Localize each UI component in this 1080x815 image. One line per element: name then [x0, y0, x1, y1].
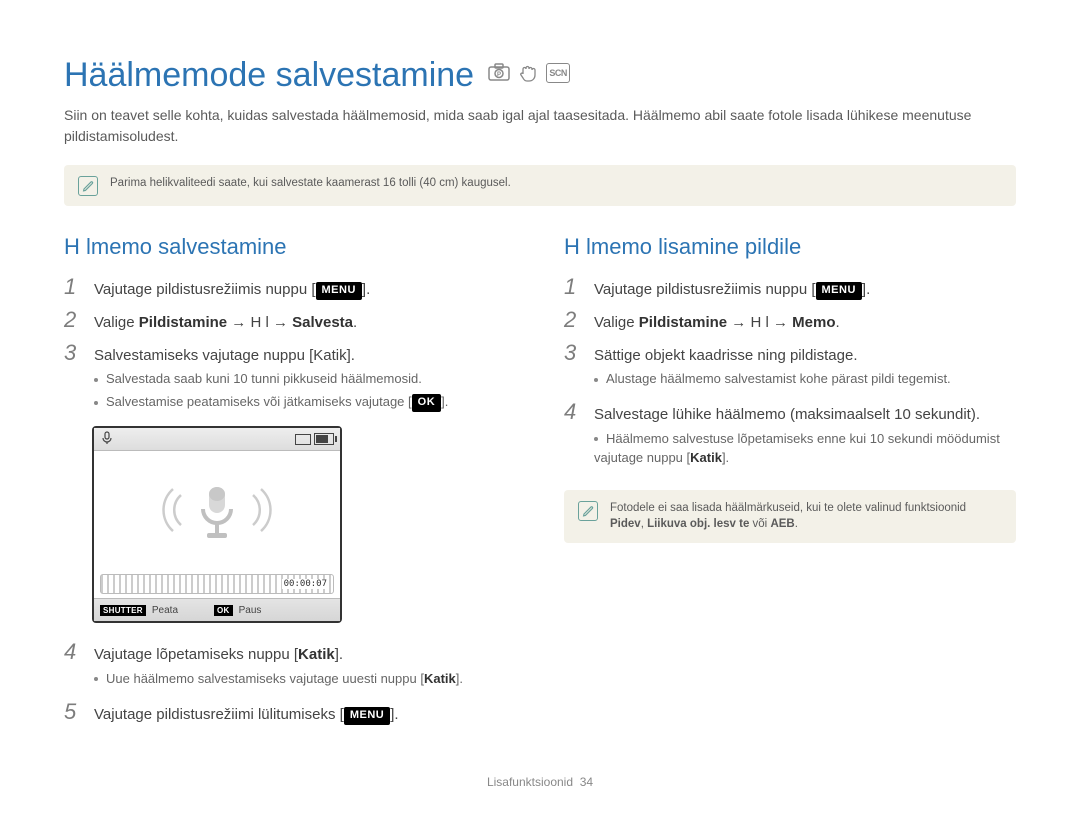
camera-mode-icon: P	[488, 63, 510, 88]
title-mode-icons: P SCN	[488, 63, 570, 88]
right-step-2: Valige Pildistamine → H l → Memo.	[594, 312, 1016, 334]
left-heading: H lmemo salvestamine	[64, 234, 516, 260]
left-step-4: Vajutage lõpetamiseks nuppu [Katik]. Uue…	[94, 644, 516, 693]
step-number: 5	[64, 699, 82, 725]
left-step-2: Valige Pildistamine → H l → Salvesta.	[94, 312, 516, 334]
hand-mode-icon	[518, 63, 538, 88]
mic-large-icon	[195, 483, 239, 543]
step-number: 4	[64, 639, 82, 665]
lcd-ok-label: OK	[214, 605, 233, 616]
step-number: 1	[64, 274, 82, 300]
page-intro: Siin on teavet selle kohta, kuidas salve…	[64, 105, 1016, 147]
step-number: 4	[564, 399, 582, 425]
title-text: Häälmemode salvestamine	[64, 56, 474, 95]
step-number: 3	[64, 340, 82, 366]
page-footer: Lisafunktsioonid 34	[64, 775, 1016, 789]
left-step-1: Vajutage pildistusrežiimis nuppu [MENU].	[94, 279, 516, 301]
lcd-illustration: 00:00:07 SHUTTER Peata OK Paus	[92, 426, 342, 623]
left-column: H lmemo salvestamine 1 Vajutage pildistu…	[64, 234, 516, 731]
left-step-5: Vajutage pildistusrežiimi lülitumiseks […	[94, 704, 516, 726]
lcd-progress-bar: 00:00:07	[100, 574, 334, 594]
menu-button-icon: MENU	[344, 707, 390, 725]
lcd-timecode: 00:00:07	[282, 579, 329, 589]
right-step-3: Sättige objekt kaadrisse ning pildistage…	[594, 345, 1016, 394]
menu-button-icon: MENU	[816, 282, 862, 300]
note-icon	[78, 176, 98, 196]
tip-banner-top: Parima helikvaliteedi saate, kui salvest…	[64, 165, 1016, 206]
svg-text:P: P	[497, 72, 501, 78]
page-title: Häälmemode salvestamine P SCN	[64, 56, 1016, 95]
lcd-shutter-text: Peata	[152, 605, 178, 616]
right-step-1: Vajutage pildistusrežiimis nuppu [MENU].	[594, 279, 1016, 301]
step-number: 2	[564, 307, 582, 333]
tip-text-top: Parima helikvaliteedi saate, kui salvest…	[110, 175, 511, 192]
mic-small-icon	[100, 431, 114, 448]
step-number: 3	[564, 340, 582, 366]
menu-button-icon: MENU	[316, 282, 362, 300]
lcd-shutter-label: SHUTTER	[100, 605, 146, 616]
right-column: H lmemo lisamine pildile 1 Vajutage pild…	[564, 234, 1016, 731]
right-step-4: Salvestage lühike häälmemo (maksimaalsel…	[594, 404, 1016, 471]
left-step-3: Salvestamiseks vajutage nuppu [Katik]. S…	[94, 345, 516, 417]
ok-button-icon: OK	[412, 394, 442, 412]
right-heading: H lmemo lisamine pildile	[564, 234, 1016, 260]
step-number: 2	[64, 307, 82, 333]
scn-mode-icon: SCN	[546, 63, 570, 83]
lcd-ok-text: Paus	[239, 605, 262, 616]
note-icon	[578, 501, 598, 521]
sound-wave-left-icon	[159, 485, 189, 540]
tip-banner-right: Fotodele ei saa lisada häälmärkuseid, ku…	[564, 490, 1016, 543]
tip-text-right: Fotodele ei saa lisada häälmärkuseid, ku…	[610, 500, 966, 533]
battery-icon	[295, 433, 334, 445]
sound-wave-right-icon	[245, 485, 275, 540]
step-number: 1	[564, 274, 582, 300]
